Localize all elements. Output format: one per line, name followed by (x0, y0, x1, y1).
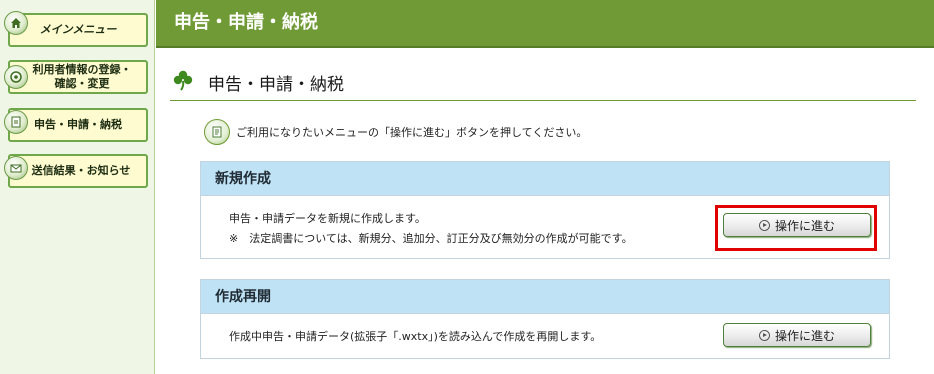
card-description: 作成中申告・申請データ(拡張子「.wxtx」)を読み込んで作成を再開します。 (229, 330, 602, 343)
page-header: 申告・申請・納税 (156, 0, 934, 48)
sidebar-item-main-menu[interactable]: メインメニュー (4, 11, 148, 47)
sidebar-item-filing[interactable]: 申告・申請・納税 (4, 108, 148, 142)
sidebar-item-results[interactable]: 送信結果・お知らせ (4, 154, 148, 188)
main-content: 申告・申請・納税 ご利用になりたいメニューの「操作に進む」ボタンを押してください… (156, 48, 934, 374)
section-title: 申告・申請・納税 (208, 75, 344, 95)
sidebar-item-label: メインメニュー (39, 23, 117, 36)
card-title: 新規作成 (201, 162, 889, 196)
sidebar: メインメニュー 利用者情報の登録・ 確認・変更 申告・申請・納税 送信結果・お知… (0, 0, 155, 374)
page-title: 申告・申請・納税 (174, 12, 318, 33)
card-resume: 作成再開 作成中申告・申請データ(拡張子「.wxtx」)を読み込んで作成を再開し… (200, 279, 890, 359)
card-body: 作成中申告・申請データ(拡張子「.wxtx」)を読み込んで作成を再開します。 操… (201, 314, 889, 358)
sidebar-item-user-info[interactable]: 利用者情報の登録・ 確認・変更 (4, 60, 148, 94)
card-title: 作成再開 (201, 280, 889, 314)
document-icon (4, 110, 28, 134)
user-info-icon (4, 65, 28, 89)
section-header: 申告・申請・納税 (170, 68, 916, 101)
home-icon (4, 11, 28, 35)
sidebar-item-label: 利用者情報の登録・ 確認・変更 (32, 63, 132, 90)
mail-icon (4, 156, 28, 180)
document-icon (204, 119, 230, 145)
play-icon (758, 329, 770, 341)
sidebar-item-label: 申告・申請・納税 (34, 118, 122, 131)
clover-icon (173, 70, 193, 91)
instruction-text: ご利用になりたいメニューの「操作に進む」ボタンを押してください。 (236, 126, 588, 139)
highlight-box (715, 205, 877, 251)
proceed-button-resume[interactable]: 操作に進む (723, 323, 871, 347)
card-description: 申告・申請データを新規に作成します。 (229, 212, 426, 225)
instruction: ご利用になりたいメニューの「操作に進む」ボタンを押してください。 (204, 118, 587, 146)
card-note: ※ 法定調書については、新規分、追加分、訂正分及び無効分の作成が可能です。 (229, 232, 633, 245)
proceed-button-label: 操作に進む (774, 328, 835, 343)
sidebar-item-label: 送信結果・お知らせ (31, 164, 131, 177)
